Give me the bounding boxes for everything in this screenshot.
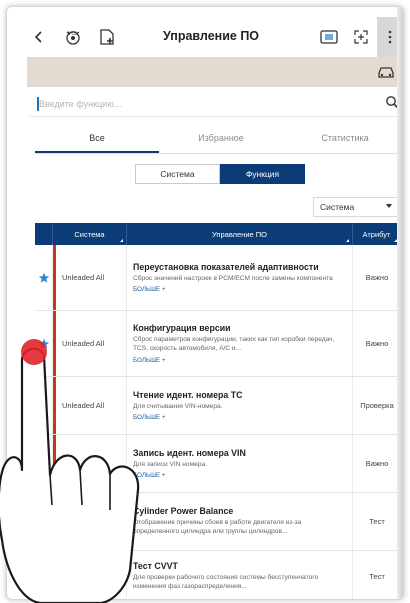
row-system (53, 551, 127, 599)
more-link[interactable]: БОЛЬШЕ + (133, 472, 166, 479)
tab-divider (35, 153, 403, 154)
toggle-function[interactable]: Функция (220, 164, 305, 184)
row-function: Конфигурация версии Сброс параметров кон… (127, 311, 353, 376)
row-attribute: Тест (369, 517, 385, 526)
header-software-management[interactable]: Управление ПО (127, 223, 353, 245)
function-description: Отображение причины сбоев в работе двига… (133, 519, 302, 535)
car-icon[interactable] (377, 64, 395, 85)
row-system: Unleaded All (53, 377, 127, 434)
function-name: Запись идент. номера VIN (133, 447, 246, 458)
function-description: Сброс значений настроек в PCM/ECM после … (133, 274, 333, 282)
vehicle-bar (27, 57, 403, 87)
search-input[interactable] (39, 94, 369, 114)
chevron-down-icon (386, 204, 392, 208)
table-row[interactable]: Unleaded All Чтение идент. номера ТС Для… (35, 377, 401, 435)
view-toggle: Система Функция (135, 164, 305, 184)
table-row[interactable]: Запись идент. номера VIN Для записи VIN … (35, 435, 401, 493)
favorite-star-icon[interactable] (35, 245, 53, 310)
function-description: Сброс параметров конфигурации, таких как… (133, 336, 335, 352)
row-attribute: Проверка (360, 401, 394, 410)
row-attribute: Важно (365, 339, 389, 348)
table-row[interactable]: Unleaded All Переустановка показателей а… (35, 245, 401, 311)
more-link[interactable]: БОЛЬШЕ + (133, 286, 166, 293)
tab-statistics[interactable]: Статистика (283, 123, 403, 153)
top-toolbar: VCI Управление ПО (21, 17, 403, 57)
vci-icon[interactable]: VCI (59, 23, 87, 51)
header-attribute[interactable]: Атрибут (353, 223, 401, 245)
favorite-star-cell[interactable] (35, 435, 53, 492)
tab-all[interactable]: Все (35, 123, 159, 153)
function-name: Тест CVVT (133, 561, 178, 572)
dropdown-value: Система (320, 202, 355, 212)
toggle-system[interactable]: Система (135, 164, 220, 184)
svg-text:VCI: VCI (68, 31, 76, 37)
function-description: Для записи VIN номера. (133, 460, 207, 468)
more-link[interactable]: БОЛЬШЕ + (133, 357, 166, 364)
table-row[interactable]: Тест CVVT Для проверки рабочего состояни… (35, 551, 401, 599)
row-attribute: Важно (365, 273, 389, 282)
tab-bar: Все Избранное Статистика (35, 123, 403, 153)
favorite-star-icon[interactable] (35, 311, 53, 376)
header-star-col (35, 223, 53, 245)
row-attribute: Важно (365, 459, 389, 468)
back-icon[interactable] (25, 23, 53, 51)
header-system[interactable]: Система (53, 223, 127, 245)
row-function: Cylinder Power Balance Отображение причи… (127, 493, 353, 550)
system-dropdown[interactable]: Система (313, 197, 399, 217)
row-function: Чтение идент. номера ТС Для считывания V… (127, 377, 353, 434)
row-function: Запись идент. номера VIN Для записи VIN … (127, 435, 353, 492)
row-attribute: Тест (369, 572, 385, 581)
table-row[interactable]: Unleaded All Конфигурация версии Сброс п… (35, 311, 401, 377)
tablet-screen: VCI Управление ПО Все Избранное Статисти… (6, 6, 404, 600)
function-description: Для считывания VIN-номера. (133, 402, 223, 410)
search-bar (29, 91, 403, 117)
row-system (53, 435, 127, 492)
more-link[interactable]: БОЛЬШЕ + (133, 414, 166, 421)
table-row[interactable]: Cylinder Power Balance Отображение причи… (35, 493, 401, 551)
table-header: Система Управление ПО Атрибут (35, 223, 401, 245)
tab-favorites[interactable]: Избранное (159, 123, 283, 153)
expand-icon[interactable] (347, 23, 375, 51)
tablet-icon[interactable] (315, 23, 343, 51)
row-function: Тест CVVT Для проверки рабочего состояни… (127, 551, 353, 599)
add-file-icon[interactable] (93, 23, 121, 51)
function-name: Переустановка показателей адаптивности (133, 261, 319, 272)
favorite-star-cell[interactable] (35, 377, 53, 434)
search-icon[interactable] (385, 95, 399, 114)
row-system: Unleaded All (53, 311, 127, 376)
function-name: Cylinder Power Balance (133, 506, 234, 517)
functions-table: Система Управление ПО Атрибут Unleaded A… (35, 223, 401, 599)
more-icon[interactable] (377, 17, 403, 57)
function-name: Чтение идент. номера ТС (133, 389, 243, 400)
function-name: Конфигурация версии (133, 323, 231, 334)
row-function: Переустановка показателей адаптивности С… (127, 245, 353, 310)
favorite-star-cell[interactable] (35, 551, 53, 599)
row-system (53, 493, 127, 550)
function-description: Для проверки рабочего состояния системы … (133, 574, 319, 590)
row-system: Unleaded All (53, 245, 127, 310)
favorite-star-cell[interactable] (35, 493, 53, 550)
